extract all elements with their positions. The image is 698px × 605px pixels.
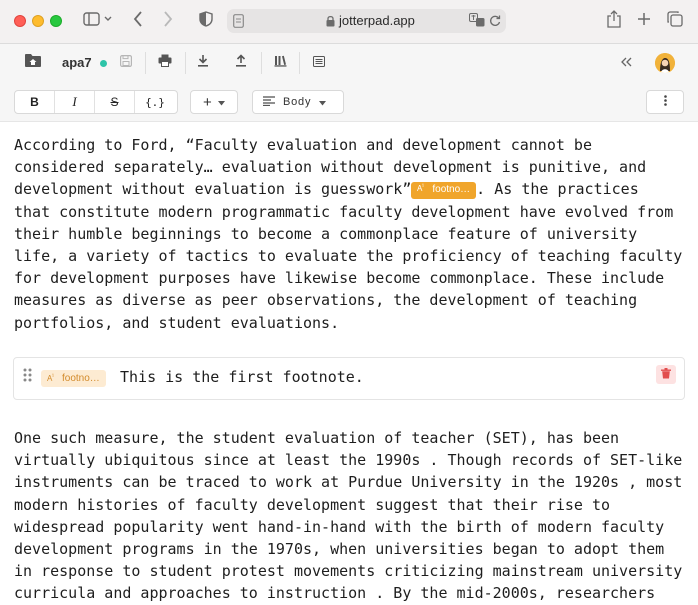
save-button[interactable] (117, 44, 135, 82)
double-chevron-left-icon (620, 54, 632, 72)
svg-text:¹: ¹ (52, 374, 54, 380)
back-button[interactable] (130, 10, 146, 32)
upload-button[interactable] (232, 44, 250, 82)
strikethrough-button[interactable]: S (95, 91, 135, 113)
footnote-icon: A¹ (417, 179, 428, 201)
text-line: for development purposes have likewise b… (14, 269, 665, 288)
text-line: One such measure, the student evaluation… (14, 429, 620, 447)
address-bar[interactable]: jotterpad.app (227, 9, 506, 33)
footnote-text[interactable]: This is the first footnote. (120, 368, 364, 386)
text-line: life, a variety of tactics to evaluate t… (14, 247, 683, 266)
text-line: instruments can be traced to work at Pur… (14, 473, 683, 492)
translate-icon[interactable] (469, 13, 485, 32)
collapse-panel-button[interactable] (617, 44, 635, 82)
chevron-left-icon (133, 10, 143, 32)
page-icon (233, 14, 244, 33)
delete-footnote-button[interactable] (656, 365, 676, 384)
text-line: According to Ford, “Faculty evaluation a… (14, 136, 592, 154)
trash-icon (661, 366, 671, 384)
app-toolbar: apa7 (0, 44, 698, 82)
share-button[interactable] (605, 9, 623, 33)
url-text: jotterpad.app (339, 13, 415, 28)
document-name[interactable]: apa7 (62, 55, 92, 70)
library-button[interactable] (271, 44, 289, 82)
text-line: in response to student protest movements… (14, 562, 683, 581)
share-icon (607, 9, 621, 33)
caret-down-icon (217, 93, 225, 111)
forward-button[interactable] (160, 10, 176, 32)
footnote-icon: A¹ (47, 373, 58, 385)
floppy-disk-icon (120, 54, 133, 72)
text-line: considered separately… evaluation withou… (14, 158, 647, 177)
sidebar-toggle-button[interactable] (80, 10, 116, 32)
more-vertical-icon (663, 93, 667, 111)
paragraph-2[interactable]: One such measure, the student evaluation… (14, 427, 684, 605)
lock-icon (326, 14, 335, 32)
library-icon (274, 54, 287, 72)
avatar[interactable] (655, 53, 675, 73)
text-line: widespread popularity went hand-in-hand … (14, 517, 665, 536)
more-options-button[interactable] (646, 90, 684, 114)
upload-icon (235, 54, 247, 72)
download-button[interactable] (194, 44, 212, 82)
text-line: modern histories of faculty development … (14, 495, 611, 514)
sidebar-icon (83, 11, 113, 31)
close-window-button[interactable] (14, 15, 26, 27)
paragraph-style-label: Body (283, 96, 312, 108)
align-left-icon (263, 93, 275, 111)
minimize-window-button[interactable] (32, 15, 44, 27)
tabs-icon (667, 10, 683, 32)
reload-icon[interactable] (489, 14, 501, 32)
outline-button[interactable] (310, 44, 328, 82)
list-icon (313, 54, 325, 72)
saved-status-dot (100, 60, 107, 67)
toolbar-divider (185, 52, 186, 74)
chevron-right-icon (163, 10, 173, 32)
text-line: their humble beginnings to become a comm… (14, 224, 638, 243)
insert-dropdown[interactable]: + (190, 90, 238, 114)
bold-button[interactable]: B (15, 91, 55, 113)
text-run: development without evaluation is guessw… (14, 180, 412, 199)
footnote-block[interactable]: A ¹ footno… This is the first footnote. (13, 357, 685, 400)
footnote-marker-chip: A ¹ footno… (41, 370, 106, 387)
footnote-chip-label: footno… (62, 373, 100, 384)
svg-text:¹: ¹ (422, 184, 424, 190)
open-folder-button[interactable] (22, 44, 44, 82)
toolbar-divider (299, 52, 300, 74)
text-style-group: B I S {.} (14, 90, 178, 114)
printer-icon (158, 54, 172, 72)
text-line: curricula and approaches to instruction … (14, 584, 656, 603)
new-tab-button[interactable] (636, 10, 652, 32)
folder-home-icon (24, 53, 42, 73)
tab-overview-button[interactable] (666, 10, 684, 32)
paragraph-1[interactable]: According to Ford, “Faculty evaluation a… (14, 134, 684, 334)
footnote-reference-chip[interactable]: A ¹ footno… (411, 179, 477, 201)
download-icon (197, 54, 209, 72)
drag-handle-icon[interactable] (23, 368, 32, 387)
footnote-chip-label: footno… (432, 184, 471, 196)
plus-icon (637, 12, 651, 31)
formatting-toolbar: B I S {.} + Body (0, 82, 698, 122)
text-line: development programs in the 1970s, when … (14, 540, 665, 559)
privacy-report-button[interactable] (197, 10, 215, 32)
print-button[interactable] (155, 44, 175, 82)
italic-button[interactable]: I (55, 91, 95, 113)
insert-plus-label: + (203, 93, 212, 111)
text-line: portfolios, and student evaluations. (14, 313, 340, 332)
text-line: virtually ubiquitous since at least the … (14, 451, 683, 470)
code-button[interactable]: {.} (135, 91, 175, 113)
toolbar-divider (261, 52, 262, 74)
shield-icon (199, 10, 213, 32)
zoom-window-button[interactable] (50, 15, 62, 27)
toolbar-divider (145, 52, 146, 74)
text-line: measures as diverse as peer observations… (14, 291, 638, 310)
browser-chrome: jotterpad.app (0, 0, 698, 44)
text-line: that constitute modern programmatic facu… (14, 202, 674, 221)
text-run: . As the practices (476, 180, 639, 199)
text-line: development without evaluation is guessw… (14, 178, 684, 200)
paragraph-style-dropdown[interactable]: Body (252, 90, 344, 114)
caret-down-icon (319, 93, 327, 111)
